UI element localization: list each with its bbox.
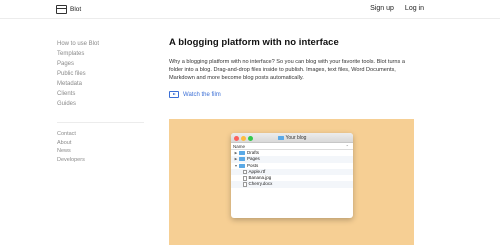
sidebar-item-guides[interactable]: Guides	[57, 99, 137, 109]
sidebar-divider	[57, 122, 144, 123]
watch-film-label: Watch the film	[183, 91, 221, 98]
auth-links: Sign up Log in	[370, 5, 424, 12]
folder-icon	[239, 157, 245, 162]
finder-title-text: Your blog	[285, 135, 307, 141]
file-icon	[243, 169, 247, 175]
sidebar-item-how-to-use[interactable]: How to use Blot	[57, 39, 137, 49]
folder-icon	[277, 135, 284, 141]
blot-logo-icon	[56, 5, 67, 14]
name-column-header: Name ⌃	[231, 143, 353, 150]
top-navigation-bar: Blot Sign up Log in	[0, 0, 500, 19]
blot-logo[interactable]: Blot	[56, 4, 81, 15]
sidebar-item-public-files[interactable]: Public files	[57, 69, 137, 79]
main-content: A blogging platform with no interface Wh…	[169, 37, 419, 99]
column-header-label: Name	[233, 144, 246, 149]
sidebar-item-metadata[interactable]: Metadata	[57, 79, 137, 89]
folder-icon	[239, 163, 245, 168]
file-icon	[243, 176, 247, 181]
file-icon	[243, 182, 247, 187]
sidebar-item-about[interactable]: About	[57, 139, 137, 148]
sidebar-item-templates[interactable]: Templates	[57, 49, 137, 59]
signup-link[interactable]: Sign up	[370, 5, 394, 12]
finder-row-label: Cherry.docx	[248, 181, 273, 187]
finder-window-title: Your blog	[231, 135, 353, 141]
finder-titlebar: Your blog	[231, 133, 353, 143]
finder-row-cherry: Cherry.docx	[231, 181, 353, 188]
chevron-up-icon: ⌃	[345, 144, 349, 149]
logo-text: Blot	[70, 6, 82, 13]
folder-icon	[239, 151, 245, 156]
sidebar-item-news[interactable]: News	[57, 147, 137, 156]
page-title: A blogging platform with no interface	[169, 37, 339, 48]
sidebar: How to use Blot Templates Pages Public f…	[57, 39, 144, 165]
sidebar-item-developers[interactable]: Developers	[57, 156, 137, 165]
watch-film-link[interactable]: Watch the film	[169, 91, 419, 99]
finder-window: Your blog Name ⌃ ▶ Drafts ▶ Pages ▼ Post…	[231, 133, 353, 218]
sidebar-item-clients[interactable]: Clients	[57, 89, 137, 99]
sidebar-item-contact[interactable]: Contact	[57, 130, 137, 139]
sidebar-item-pages[interactable]: Pages	[57, 59, 137, 69]
demo-illustration: Your blog Name ⌃ ▶ Drafts ▶ Pages ▼ Post…	[169, 119, 414, 245]
intro-paragraph: Why a blogging platform with no interfac…	[169, 59, 405, 82]
login-link[interactable]: Log in	[405, 5, 424, 12]
play-icon	[169, 91, 179, 99]
